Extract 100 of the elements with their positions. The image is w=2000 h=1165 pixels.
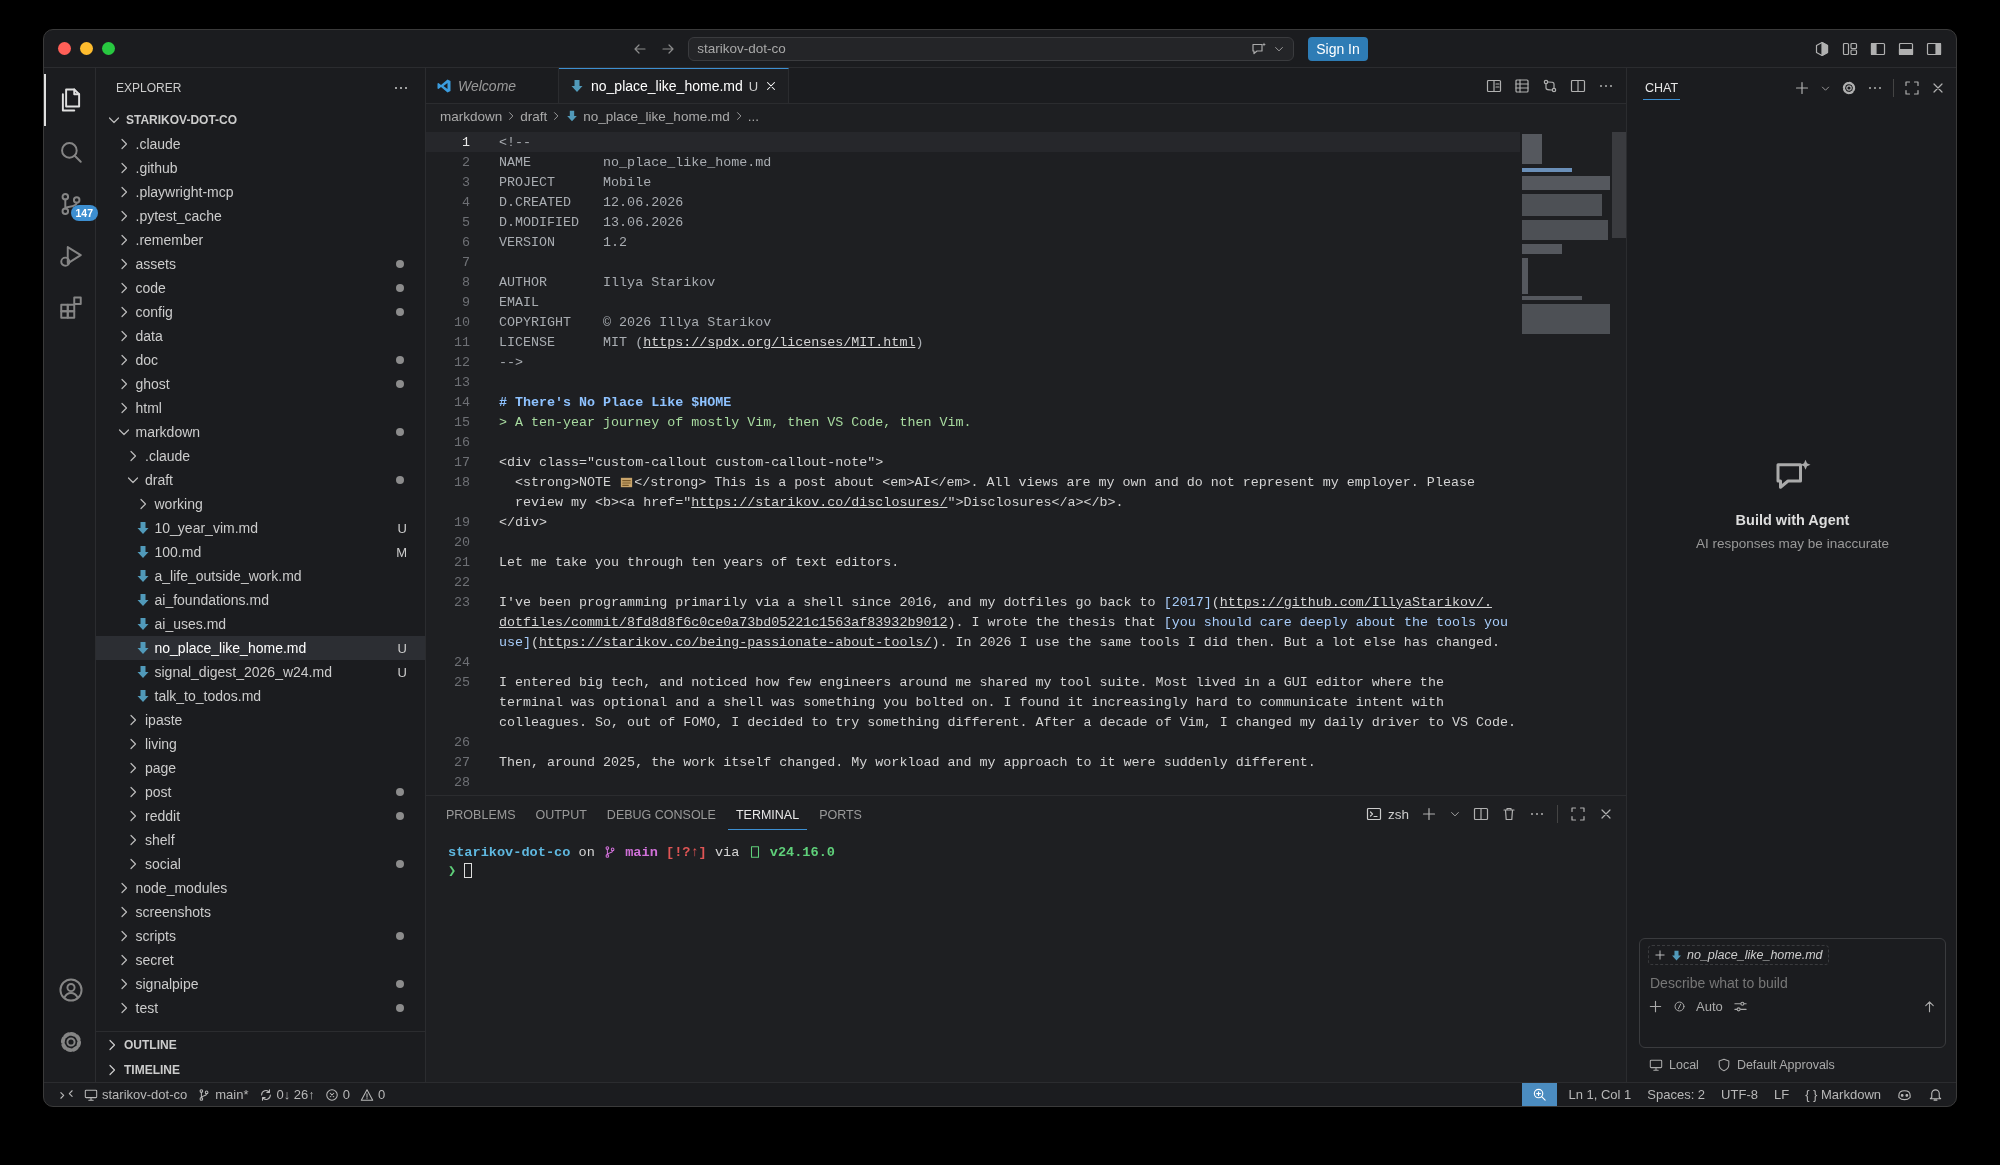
tree-item[interactable]: scripts [96, 924, 425, 948]
section-header[interactable]: TIMELINE [96, 1057, 425, 1082]
plus-icon[interactable] [1648, 999, 1663, 1014]
tree-item[interactable]: talk_to_todos.md [96, 684, 425, 708]
tools-icon[interactable] [1673, 1000, 1686, 1013]
terminal-selector[interactable]: zsh [1366, 806, 1409, 822]
compare-icon[interactable] [1542, 77, 1558, 94]
panel-toggle-icon[interactable] [1898, 40, 1914, 57]
status-item[interactable]: { } Markdown [1800, 1083, 1886, 1106]
scrollbar-thumb[interactable] [1612, 132, 1626, 238]
layout-icon[interactable] [1842, 40, 1858, 57]
tree-item[interactable]: .playwright-mcp [96, 180, 425, 204]
code-link[interactable]: https://github.com/IllyaStarikov/. [1219, 594, 1492, 610]
sign-in-button[interactable]: Sign In [1308, 36, 1368, 61]
tree-item[interactable]: ghost [96, 372, 425, 396]
status-item[interactable]: Spaces: 2 [1642, 1083, 1711, 1106]
secondary-sidebar-icon[interactable] [1926, 40, 1942, 57]
assistant-icon[interactable] [1897, 1087, 1912, 1102]
tree-item[interactable]: signal_digest_2026_w24.md U [96, 660, 425, 684]
zoom-window-button[interactable] [102, 42, 115, 55]
status-item[interactable]: UTF-8 [1716, 1083, 1763, 1106]
status-item[interactable]: Ln 1, Col 1 [1563, 1083, 1637, 1106]
split-icon[interactable] [1473, 806, 1489, 822]
sidebar-toggle-icon[interactable] [1870, 40, 1886, 57]
panel-tab[interactable]: TERMINAL [727, 798, 808, 830]
grid-icon[interactable] [1514, 77, 1530, 94]
chat-tab[interactable]: CHAT [1643, 76, 1681, 100]
close-window-button[interactable] [58, 42, 71, 55]
tree-item[interactable]: .remember [96, 228, 425, 252]
minimize-window-button[interactable] [80, 42, 93, 55]
breadcrumb[interactable]: ... [747, 108, 759, 124]
panel-tab[interactable]: PROBLEMS [438, 798, 524, 830]
sliders-icon[interactable] [1732, 999, 1748, 1014]
tree-item[interactable]: ai_uses.md [96, 612, 425, 636]
tree-item[interactable]: config [96, 300, 425, 324]
code-link[interactable]: https://starikov.co/being-passionate-about-tools/ [539, 634, 932, 650]
tree-item[interactable]: doc [96, 348, 425, 372]
tree-item[interactable]: .github [96, 156, 425, 180]
plus-icon[interactable] [1794, 80, 1810, 96]
tree-item[interactable]: test [96, 996, 425, 1020]
panel-tab[interactable]: PORTS [811, 798, 870, 830]
panel-tab[interactable]: DEBUG CONSOLE [598, 798, 724, 830]
tree-item[interactable]: social [96, 852, 425, 876]
bell-icon[interactable] [1928, 1087, 1943, 1102]
tree-item[interactable]: assets [96, 252, 425, 276]
tree-item[interactable]: 100.md M [96, 540, 425, 564]
remote-icon[interactable] [59, 1087, 74, 1102]
tree-item[interactable]: no_place_like_home.md U [96, 636, 425, 660]
status-item[interactable]: 0↓ 26↑ [253, 1083, 320, 1106]
maximize-icon[interactable] [1570, 806, 1586, 822]
tree-item[interactable]: data [96, 324, 425, 348]
tree-item[interactable]: screenshots [96, 900, 425, 924]
account-icon[interactable] [57, 977, 84, 1003]
status-item[interactable]: main* [192, 1083, 254, 1106]
send-icon[interactable] [1922, 999, 1937, 1014]
tree-item[interactable]: ipaste [96, 708, 425, 732]
tree-item[interactable]: STARIKOV-DOT-CO [96, 108, 425, 132]
status-item[interactable]: 0 [355, 1083, 391, 1106]
preview-icon[interactable] [1486, 77, 1502, 94]
tree-item[interactable]: living [96, 732, 425, 756]
chat-option[interactable]: Default Approvals [1716, 1058, 1835, 1072]
hexagon-icon[interactable] [1814, 40, 1830, 57]
code-link[interactable]: https://starikov.co/disclosures/ [691, 494, 948, 510]
breadcrumb[interactable]: draft [520, 108, 548, 124]
tree-item[interactable]: node_modules [96, 876, 425, 900]
breadcrumb[interactable]: no_place_like_home.md [565, 108, 730, 124]
zoom-icon[interactable] [1532, 1087, 1548, 1102]
tree-item[interactable]: reddit [96, 804, 425, 828]
trash-icon[interactable] [1501, 806, 1517, 822]
code-link[interactable]: https://spdx.org/licenses/MIT.html [643, 334, 916, 350]
tree-item[interactable]: a_life_outside_work.md [96, 564, 425, 588]
split-editor-icon[interactable] [1570, 77, 1586, 94]
command-search-field[interactable]: starikov-dot-co [688, 36, 1295, 61]
status-item[interactable]: 0 [319, 1083, 356, 1106]
tree-item[interactable]: shelf [96, 828, 425, 852]
status-item[interactable]: LF [1768, 1083, 1795, 1106]
mode-picker[interactable]: Auto [1696, 999, 1723, 1014]
settings-icon[interactable] [1841, 80, 1857, 96]
code-link[interactable]: dotfiles/commit/8fd8d8f6c0ce0a73bd05221c1563af83932b9012 [499, 614, 948, 630]
tree-item[interactable]: code [96, 276, 425, 300]
tree-item[interactable]: ai_foundations.md [96, 588, 425, 612]
tree-item[interactable]: page [96, 756, 425, 780]
status-item[interactable]: starikov-dot-co [79, 1083, 193, 1106]
tree-item[interactable]: working [96, 492, 425, 516]
tree-item[interactable]: .claude [96, 132, 425, 156]
panel-tab[interactable]: OUTPUT [527, 798, 595, 830]
tree-item[interactable]: post [96, 780, 425, 804]
tree-item[interactable]: .pytest_cache [96, 204, 425, 228]
breadcrumb[interactable]: markdown [440, 108, 503, 124]
editor-tab[interactable]: no_place_like_home.md U [559, 68, 790, 103]
tree-item[interactable]: markdown [96, 420, 425, 444]
tree-item[interactable]: .claude [96, 444, 425, 468]
chat-input[interactable]: no_place_like_home.md Describe what to build Auto [1639, 938, 1946, 1048]
tree-item[interactable]: draft [96, 468, 425, 492]
tree-item[interactable]: 10_year_vim.md U [96, 516, 425, 540]
attachment-chip[interactable]: no_place_like_home.md [1648, 945, 1829, 965]
tree-item[interactable]: signalpipe [96, 972, 425, 996]
tree-item[interactable]: secret [96, 948, 425, 972]
section-header[interactable]: OUTLINE [96, 1032, 425, 1057]
maximize-icon[interactable] [1904, 80, 1920, 96]
